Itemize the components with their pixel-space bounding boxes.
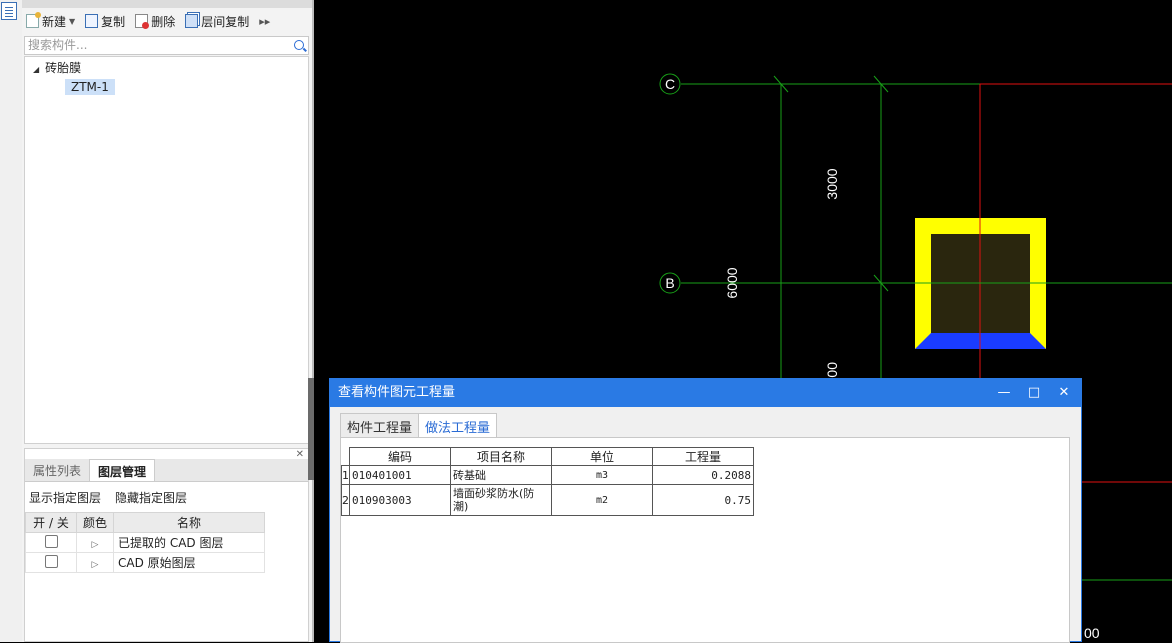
floor-copy-icon	[185, 14, 199, 28]
floor-copy-button[interactable]: 层间复制	[185, 13, 249, 30]
copy-label: 复制	[101, 14, 126, 29]
layer-name: CAD 原始图层	[113, 552, 265, 573]
table-row: ▷ CAD 原始图层	[25, 552, 265, 573]
row-unit: m3	[551, 465, 653, 485]
delete-button[interactable]: 删除	[135, 13, 175, 30]
layer-panel-tabs: 属性列表 图层管理	[25, 459, 308, 482]
quantity-dialog: 查看构件图元工程量 — □ ✕ 构件工程量 做法工程量 编码 项目名称 单位 工…	[329, 378, 1082, 643]
header-color: 颜色	[76, 512, 114, 533]
axis-label-b: B	[665, 275, 674, 291]
dialog-title: 查看构件图元工程量	[338, 385, 456, 400]
new-button[interactable]: 新建 ▼	[26, 12, 75, 30]
row-code: 010903003	[349, 484, 451, 516]
new-label: 新建	[42, 14, 67, 29]
header-unit: 单位	[551, 447, 653, 466]
layer-name: 已提取的 CAD 图层	[113, 532, 265, 553]
maximize-icon[interactable]: □	[1019, 379, 1049, 407]
row-number: 1	[341, 465, 350, 485]
row-number: 2	[341, 484, 350, 516]
delete-icon	[135, 14, 150, 29]
search-icon[interactable]	[294, 40, 304, 50]
tab-properties[interactable]: 属性列表	[25, 459, 89, 481]
expand-triangle-icon[interactable]: ◢	[33, 65, 39, 74]
row-item-name: 砖基础	[450, 465, 552, 485]
new-icon	[26, 12, 41, 28]
left-strip	[0, 0, 23, 642]
layer-panel: ✕ 属性列表 图层管理 显示指定图层 隐藏指定图层 开 / 关 颜色 名称 ▷ …	[24, 448, 309, 642]
table-row[interactable]: 1 010401001 砖基础 m3 0.2088	[341, 465, 754, 485]
tab-method-quantity[interactable]: 做法工程量	[418, 413, 498, 440]
dimension-bottom: 00	[1084, 625, 1100, 641]
tree-root-label: 砖胎膜	[45, 61, 82, 75]
layer-checkbox[interactable]	[44, 534, 58, 548]
tab-component-quantity[interactable]: 构件工程量	[340, 413, 420, 440]
row-unit: m2	[551, 484, 653, 516]
tree-root-item[interactable]: ◢ 砖胎膜	[33, 59, 81, 76]
document-icon[interactable]	[1, 2, 17, 20]
expand-right-icon[interactable]: ▷	[92, 540, 99, 550]
row-quantity: 0.75	[652, 484, 754, 516]
minimize-icon[interactable]: —	[989, 379, 1019, 407]
dialog-content: 编码 项目名称 单位 工程量 1 010401001 砖基础 m3 0.2088…	[340, 437, 1070, 643]
layer-table: 开 / 关 颜色 名称 ▷ 已提取的 CAD 图层 ▷ CAD 原始图层	[25, 512, 265, 573]
overflow-chevron-icon[interactable]: ▸▸	[259, 15, 270, 28]
header-item-name: 项目名称	[450, 447, 552, 466]
search-input[interactable]: 搜索构件...	[24, 36, 309, 55]
axis-label-c: C	[665, 76, 675, 92]
dimension-partial: 00	[824, 362, 840, 378]
header-code: 编码	[349, 447, 451, 466]
top-tabs-strip	[22, 0, 312, 8]
component-toolbar: 新建 ▼ 复制 删除 层间复制 ▸▸	[26, 10, 270, 32]
row-item-name: 墙面砂浆防水(防潮)	[450, 484, 552, 516]
header-name: 名称	[113, 512, 265, 533]
table-row: ▷ 已提取的 CAD 图层	[25, 532, 265, 553]
row-quantity: 0.2088	[652, 465, 754, 485]
tab-layer-management[interactable]: 图层管理	[89, 459, 156, 481]
header-toggle: 开 / 关	[25, 512, 77, 533]
search-placeholder: 搜索构件...	[28, 38, 88, 52]
delete-label: 删除	[151, 14, 176, 29]
tree-child-item[interactable]: ZTM-1	[65, 79, 115, 95]
show-layer-button[interactable]: 显示指定图层	[29, 489, 101, 506]
dialog-tabs: 构件工程量 做法工程量	[340, 413, 498, 440]
dialog-title-bar[interactable]: 查看构件图元工程量 — □ ✕	[330, 379, 1081, 407]
hide-layer-button[interactable]: 隐藏指定图层	[115, 489, 187, 506]
table-row[interactable]: 2 010903003 墙面砂浆防水(防潮) m2 0.75	[341, 484, 754, 516]
copy-icon	[85, 14, 99, 28]
copy-button[interactable]: 复制	[85, 13, 125, 30]
dimension-3000: 3000	[824, 168, 840, 199]
left-panel: 新建 ▼ 复制 删除 层间复制 ▸▸ 搜索构件... ◢ 砖胎膜 ZTM-1 ✕ …	[22, 0, 312, 642]
layer-checkbox[interactable]	[44, 554, 58, 568]
floor-copy-label: 层间复制	[201, 14, 250, 29]
quantity-table: 编码 项目名称 单位 工程量 1 010401001 砖基础 m3 0.2088…	[341, 447, 754, 516]
expand-right-icon[interactable]: ▷	[92, 560, 99, 570]
chevron-down-icon[interactable]: ▼	[69, 17, 75, 26]
layer-actions: 显示指定图层 隐藏指定图层	[29, 489, 187, 506]
header-quantity: 工程量	[652, 447, 754, 466]
row-code: 010401001	[349, 465, 451, 485]
dimension-6000: 6000	[724, 267, 740, 298]
close-icon[interactable]: ✕	[1049, 379, 1079, 407]
component-tree: ◢ 砖胎膜 ZTM-1	[24, 56, 309, 444]
